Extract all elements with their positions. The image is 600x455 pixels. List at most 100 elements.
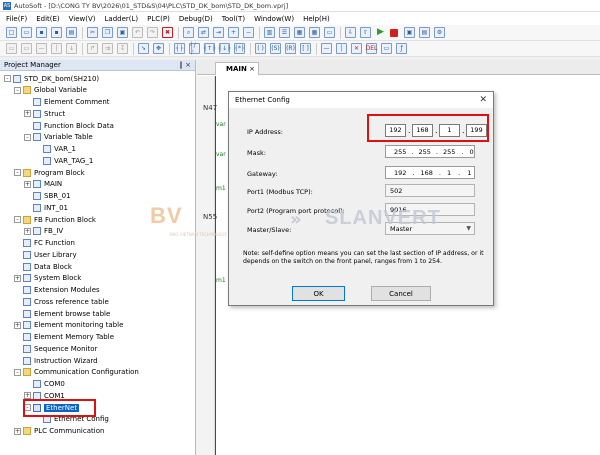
ladder-view-icon[interactable]: ▥: [264, 27, 275, 38]
comment-block-icon[interactable]: ▭: [381, 43, 392, 54]
tree-item[interactable]: +document-iconSystem Block: [14, 273, 81, 284]
expand-icon[interactable]: +: [24, 180, 31, 188]
tree-item[interactable]: +document-iconElement monitoring table: [14, 320, 123, 331]
ok-button[interactable]: OK: [292, 286, 345, 301]
mask-field[interactable]: 255. 255. 255. 0: [385, 145, 475, 158]
download-icon[interactable]: ⇩: [345, 27, 356, 38]
goto-icon[interactable]: ⇥: [213, 27, 224, 38]
list-view-icon[interactable]: ☰: [279, 27, 290, 38]
tree-item[interactable]: -folder-iconFB Function Block: [14, 214, 96, 225]
sequence-icon[interactable]: ⇉: [102, 43, 113, 54]
paste-icon[interactable]: ▣: [117, 27, 128, 38]
tree-item[interactable]: ladder-iconINT_01: [24, 202, 68, 213]
delete-icon[interactable]: ✖: [162, 27, 173, 38]
menu-debug[interactable]: Debug(D): [179, 15, 213, 23]
run-icon[interactable]: ▶: [375, 27, 386, 38]
new-file-icon[interactable]: □: [6, 27, 17, 38]
replace-icon[interactable]: ⇄: [198, 27, 209, 38]
row-insert-icon[interactable]: ▭: [6, 43, 17, 54]
tree-item[interactable]: document-iconExtension Modules: [14, 285, 100, 296]
menu-help[interactable]: Help(H): [303, 15, 330, 23]
falling-edge-icon[interactable]: ┤↓├: [218, 43, 231, 54]
tree-item[interactable]: document-iconElement Memory Table: [14, 332, 114, 343]
zoom-in-icon[interactable]: +: [228, 27, 239, 38]
tree-item[interactable]: document-iconFC Function: [14, 238, 75, 249]
online-edit-icon[interactable]: ▤: [419, 27, 430, 38]
no-contact-icon[interactable]: ┤├: [174, 43, 185, 54]
horizontal-line-icon[interactable]: —: [36, 43, 47, 54]
comment-icon[interactable]: ▭: [324, 27, 335, 38]
delete-wire-icon[interactable]: ✕: [351, 43, 362, 54]
collapse-icon[interactable]: -: [4, 75, 11, 82]
expand-icon[interactable]: +: [14, 274, 21, 282]
menu-plc[interactable]: PLC(P): [147, 15, 170, 23]
pin-icon[interactable]: ‖: [179, 61, 183, 69]
expand-icon[interactable]: +: [24, 110, 31, 118]
tree-item[interactable]: document-iconData Block: [14, 261, 72, 272]
rising-edge-icon[interactable]: ┤↑├: [203, 43, 216, 54]
delete-element-icon[interactable]: DEL: [366, 43, 377, 54]
tree-item[interactable]: port-iconCOM0: [24, 379, 65, 390]
collapse-icon[interactable]: -: [24, 133, 31, 141]
tree-item[interactable]: document-iconElement Comment: [24, 97, 110, 108]
tab-main[interactable]: MAIN ×: [215, 62, 259, 75]
collapse-icon[interactable]: -: [14, 216, 21, 223]
save-icon[interactable]: ▪: [36, 27, 47, 38]
vertical-wire-icon[interactable]: │: [336, 43, 347, 54]
close-icon[interactable]: ×: [185, 61, 191, 69]
tree-item[interactable]: +block-iconFB_IV: [24, 226, 63, 237]
step-icon[interactable]: ↧: [117, 43, 128, 54]
nc-contact-icon[interactable]: ┤/├: [189, 42, 200, 54]
tree-item[interactable]: table-iconVAR_TAG_1: [34, 155, 93, 166]
monitor-icon[interactable]: ▦: [294, 27, 305, 38]
tree-item[interactable]: document-iconElement browse table: [14, 308, 110, 319]
open-folder-icon[interactable]: ▭: [21, 27, 32, 38]
menu-tool[interactable]: Tool(T): [222, 15, 245, 23]
invert-icon[interactable]: ┤*├: [234, 43, 245, 54]
gateway-field[interactable]: 192. 168. 1. 1: [385, 166, 475, 179]
stop-icon[interactable]: [390, 28, 398, 37]
cut-icon[interactable]: ✂: [87, 27, 98, 38]
collapse-icon[interactable]: -: [14, 169, 21, 176]
print-icon[interactable]: ▤: [66, 27, 77, 38]
tree-item[interactable]: +document-iconStruct: [24, 108, 65, 119]
menu-edit[interactable]: Edit(E): [36, 15, 59, 23]
tree-item[interactable]: -folder-iconGlobal Variable: [14, 85, 87, 96]
redo-icon[interactable]: ↷: [147, 27, 158, 38]
collapse-icon[interactable]: -: [14, 368, 21, 376]
expand-icon[interactable]: +: [14, 321, 21, 329]
tree-item[interactable]: +folder-iconPLC Communication: [14, 426, 104, 437]
jump-icon[interactable]: ↱: [87, 43, 98, 54]
arrow-down-icon[interactable]: ↓: [66, 43, 77, 54]
find-icon[interactable]: ⌕: [183, 27, 194, 38]
function-icon[interactable]: ƒ: [396, 43, 407, 54]
select-icon[interactable]: ➘: [138, 43, 149, 54]
menu-ladder[interactable]: Ladder(L): [105, 15, 139, 23]
grid-icon[interactable]: ▦: [309, 27, 320, 38]
set-coil-icon[interactable]: (S): [270, 43, 281, 54]
tree-item[interactable]: -folder-iconCommunication Configuration: [14, 367, 139, 378]
collapse-icon[interactable]: -: [14, 86, 21, 94]
horizontal-wire-icon[interactable]: —: [321, 43, 332, 54]
coil-icon[interactable]: ( ): [255, 43, 266, 54]
reset-coil-icon[interactable]: (R): [285, 43, 296, 54]
dialog-close-icon[interactable]: ✕: [479, 95, 487, 105]
tree-item[interactable]: document-iconCross reference table: [14, 296, 109, 307]
expand-icon[interactable]: +: [14, 427, 21, 435]
tree-item[interactable]: document-iconUser Library: [14, 249, 77, 260]
tab-close-icon[interactable]: ×: [249, 65, 255, 73]
pan-icon[interactable]: ✥: [153, 43, 164, 54]
copy-icon[interactable]: ❐: [102, 27, 113, 38]
menu-file[interactable]: File(F): [6, 15, 27, 23]
vertical-line-icon[interactable]: │: [51, 43, 62, 54]
tree-item[interactable]: -document-iconVariable Table: [24, 132, 93, 143]
expand-icon[interactable]: +: [24, 227, 31, 235]
save-all-icon[interactable]: ▪: [51, 27, 62, 38]
upload-icon[interactable]: ⇧: [360, 27, 371, 38]
menu-view[interactable]: View(V): [69, 15, 96, 23]
function-box-icon[interactable]: [ ]: [300, 43, 311, 54]
debug-icon[interactable]: ⚙: [434, 27, 445, 38]
tree-item[interactable]: document-iconFunction Block Data: [24, 120, 114, 131]
row-delete-icon[interactable]: ▭: [21, 43, 32, 54]
tree-item[interactable]: document-iconInstruction Wizard: [14, 355, 98, 366]
